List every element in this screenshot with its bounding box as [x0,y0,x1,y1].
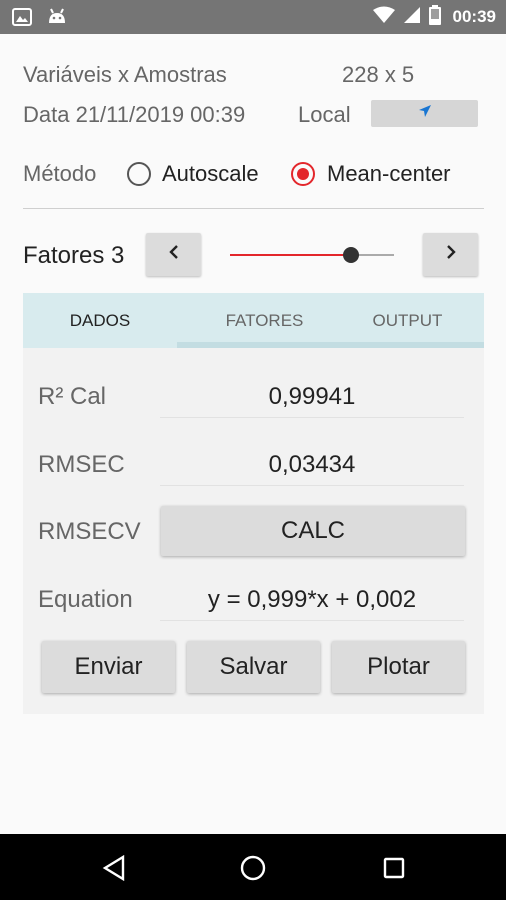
save-button[interactable]: Salvar [187,641,320,693]
autoscale-radio[interactable] [127,162,151,186]
rmsec-underline [160,485,464,486]
status-time: 00:39 [452,7,496,26]
mean-center-label[interactable]: Mean-center [327,161,451,187]
recents-icon[interactable] [377,851,411,885]
home-icon[interactable] [236,851,270,885]
navigation-arrow-icon [418,104,432,123]
rmsec-value: 0,03434 [268,451,356,478]
plot-button[interactable]: Plotar [332,641,465,693]
variables-samples-value: 228 x 5 [342,62,415,87]
equation-value: y = 0,999*x + 0,002 [207,586,417,613]
equation-label: Equation [38,586,133,613]
factor-slider-track-active [230,254,352,256]
back-icon[interactable] [97,851,131,885]
rmsecv-label: RMSECV [38,518,141,545]
divider [23,208,484,209]
signal-icon [403,6,421,29]
calc-button[interactable]: CALC [161,506,465,556]
status-right-icons: 00:39 [372,0,496,34]
send-button[interactable]: Enviar [42,641,175,693]
equation-underline [160,620,464,621]
r2-underline [160,417,464,418]
battery-icon [428,4,441,30]
tab-bar: DADOS FATORES OUTPUT [23,293,484,348]
local-button[interactable] [371,100,478,127]
wifi-icon [372,6,395,29]
tab-dados[interactable]: DADOS [23,293,177,348]
previous-factor-button[interactable] [146,233,201,276]
android-icon [46,7,68,32]
method-label: Método [23,161,97,186]
chevron-right-icon [445,244,457,265]
tab-output[interactable]: OUTPUT [343,293,472,348]
chevron-left-icon [168,244,180,265]
image-icon [12,7,32,32]
r2-label: R² Cal [38,383,107,410]
status-bar: 00:39 [0,0,506,34]
variables-samples-label: Variáveis x Amostras [23,62,227,87]
mean-center-radio[interactable] [291,162,315,186]
status-left-icons [12,7,68,32]
factors-label: Fatores 3 [23,242,125,269]
local-label: Local [298,102,351,127]
rmsec-label: RMSEC [38,451,125,478]
tab-fatores[interactable]: FATORES [177,293,352,348]
r2-value: 0,99941 [268,383,356,410]
factor-slider-thumb[interactable] [343,247,360,263]
date-label: Data 21/11/2019 00:39 [23,102,246,127]
autoscale-label[interactable]: Autoscale [162,161,259,187]
navigation-bar [0,834,506,900]
next-factor-button[interactable] [423,233,478,276]
